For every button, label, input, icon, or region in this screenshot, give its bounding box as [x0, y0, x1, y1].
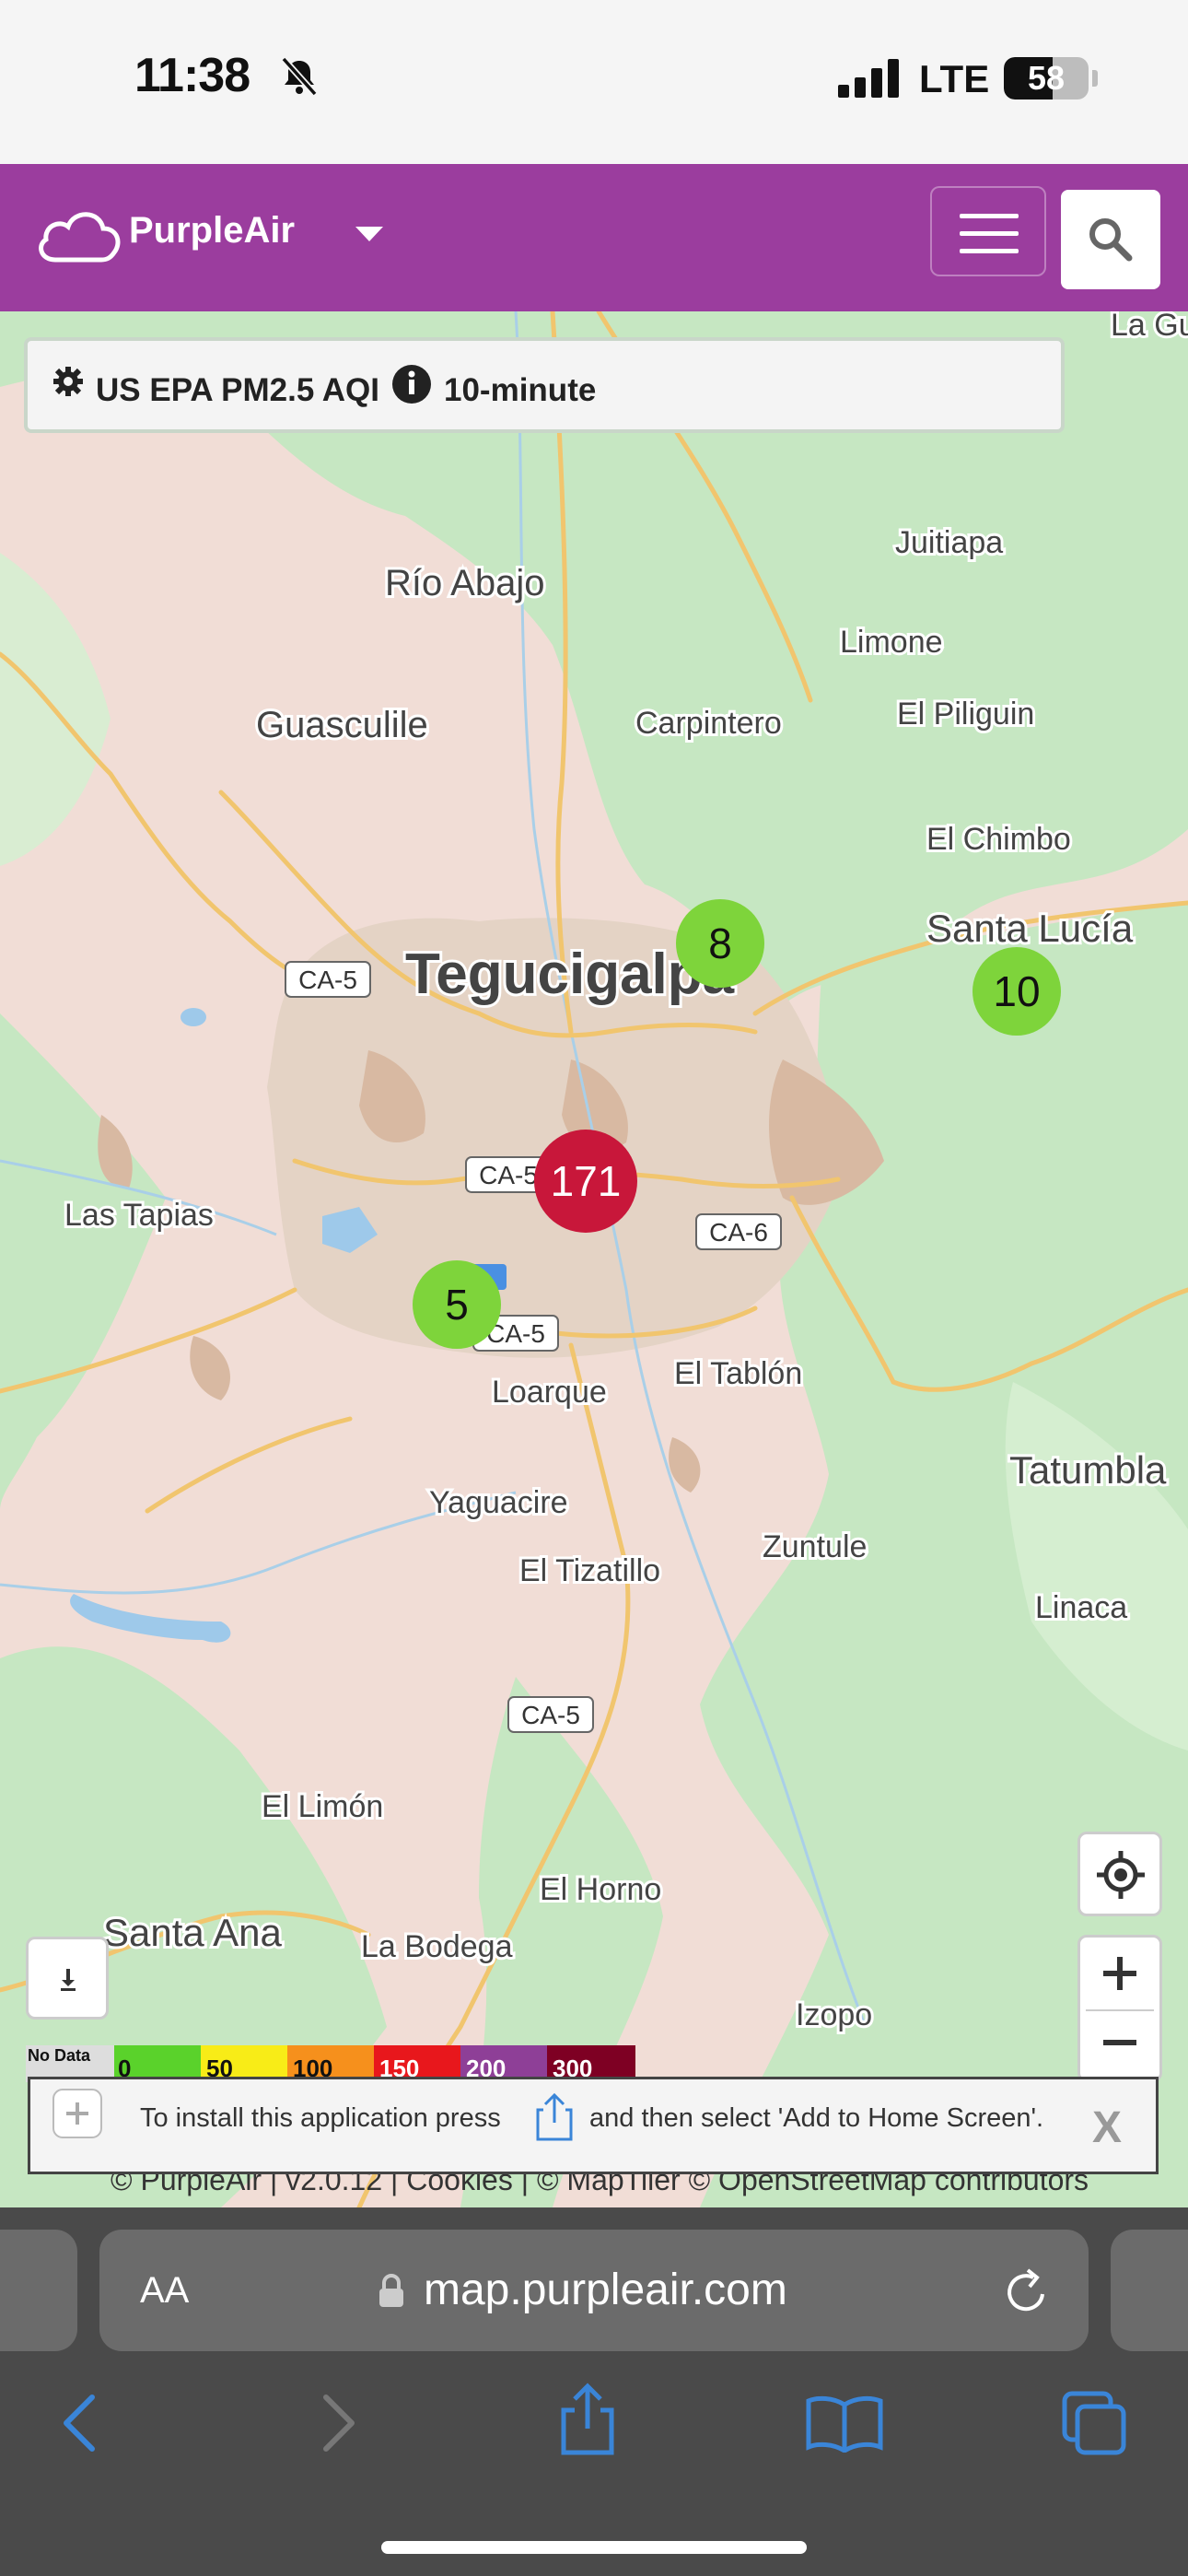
water-body — [181, 1008, 206, 1026]
battery-icon: 58 — [1004, 57, 1089, 100]
place-label: Santa Lucía — [926, 907, 1134, 950]
search-button[interactable] — [1061, 190, 1160, 289]
locate-icon — [1097, 1851, 1145, 1899]
brand-name[interactable]: PurpleAir — [129, 210, 295, 252]
cloud-logo-icon[interactable] — [33, 205, 125, 265]
bookmarks-icon[interactable] — [805, 2394, 884, 2453]
road-shield-label: CA-5 — [521, 1701, 580, 1729]
prev-tab-peek[interactable] — [0, 2230, 77, 2351]
minus-icon — [1103, 2040, 1136, 2045]
place-label: Las Tapias — [64, 1198, 214, 1233]
reader-options-button[interactable]: AA — [140, 2270, 189, 2312]
place-label: Izopo — [796, 1997, 872, 2032]
place-label: El Tablón — [674, 1356, 802, 1391]
road-shield-label: CA-5 — [298, 966, 357, 994]
battery-percent: 58 — [1027, 59, 1066, 97]
locate-button[interactable] — [1077, 1832, 1162, 1916]
hamburger-icon — [960, 214, 1019, 253]
cluster-value: 171 — [551, 1157, 622, 1205]
place-label: Santa Ana — [103, 1911, 282, 1954]
place-label: Guasculile — [256, 705, 428, 745]
brand-dropdown-icon[interactable] — [355, 227, 383, 243]
place-label: Yaguacire — [429, 1485, 568, 1520]
place-label: Zuntule — [763, 1529, 867, 1564]
status-time: 11:38 — [134, 49, 250, 102]
share-icon[interactable] — [558, 2383, 617, 2456]
install-text-continued: and then select 'Add to Home Screen'. — [589, 2103, 1044, 2133]
reload-icon[interactable] — [1002, 2266, 1052, 2316]
cluster-value: 10 — [993, 967, 1040, 1015]
place-label: Linaca — [1035, 1590, 1127, 1625]
zoom-in-button[interactable] — [1080, 1938, 1159, 2009]
road-shield-label: CA-6 — [709, 1218, 768, 1247]
cluster-value: 5 — [445, 1281, 469, 1329]
gear-icon[interactable] — [52, 365, 85, 398]
lock-icon — [379, 2274, 403, 2307]
cluster-value: 8 — [708, 919, 732, 967]
plus-icon — [1103, 1957, 1136, 1990]
back-icon[interactable] — [61, 2394, 98, 2453]
place-label: Río Abajo — [385, 563, 544, 603]
map-view[interactable]: CA-5 CA-5 CA-6 CA-5 CA-5 Río Abajo Guasc… — [0, 311, 1188, 2207]
network-type: LTE — [919, 57, 990, 100]
place-label: Tatumbla — [1009, 1448, 1167, 1492]
forward-icon[interactable] — [320, 2394, 357, 2453]
map-canvas[interactable]: CA-5 CA-5 CA-6 CA-5 CA-5 Río Abajo Guasc… — [0, 311, 1188, 2207]
place-label: Carpintero — [635, 706, 782, 741]
add-square-icon — [52, 2089, 102, 2138]
bell-slash-icon — [281, 56, 318, 97]
legend-nodata-label: No Data — [28, 2046, 91, 2065]
place-label: Loarque — [492, 1375, 607, 1410]
battery-tip — [1092, 70, 1098, 87]
place-label: El Chimbo — [926, 822, 1071, 857]
signal-icon — [838, 59, 899, 98]
menu-button[interactable] — [930, 186, 1046, 276]
tabs-icon[interactable] — [1061, 2390, 1127, 2456]
search-icon — [1089, 218, 1133, 262]
install-text: To install this application press — [140, 2103, 501, 2133]
next-tab-peek[interactable] — [1111, 2230, 1188, 2351]
download-button[interactable] — [26, 1937, 109, 2020]
place-label: El Tizatillo — [519, 1553, 660, 1588]
road-shield-label: CA-5 — [479, 1161, 538, 1189]
install-close-button[interactable]: X — [1092, 2102, 1122, 2153]
zoom-out-button[interactable] — [1080, 2011, 1159, 2079]
place-label: Limone — [840, 625, 943, 660]
info-icon[interactable] — [390, 363, 433, 405]
download-icon — [61, 1969, 76, 1991]
place-label: El Piliguin — [897, 697, 1034, 732]
place-label: La Gu — [1111, 311, 1188, 343]
url-text[interactable]: map.purpleair.com — [424, 2265, 787, 2315]
place-label: Juitiapa — [895, 525, 1003, 560]
place-label: El Horno — [540, 1872, 661, 1907]
aqi-period-label[interactable]: 10-minute — [444, 372, 596, 409]
home-indicator[interactable] — [381, 2541, 807, 2554]
aqi-type-label[interactable]: US EPA PM2.5 AQI — [96, 372, 379, 409]
place-label: El Limón — [262, 1789, 383, 1824]
zoom-controls — [1077, 1935, 1162, 2082]
place-label: La Bodega — [361, 1929, 513, 1964]
share-icon — [536, 2092, 573, 2141]
